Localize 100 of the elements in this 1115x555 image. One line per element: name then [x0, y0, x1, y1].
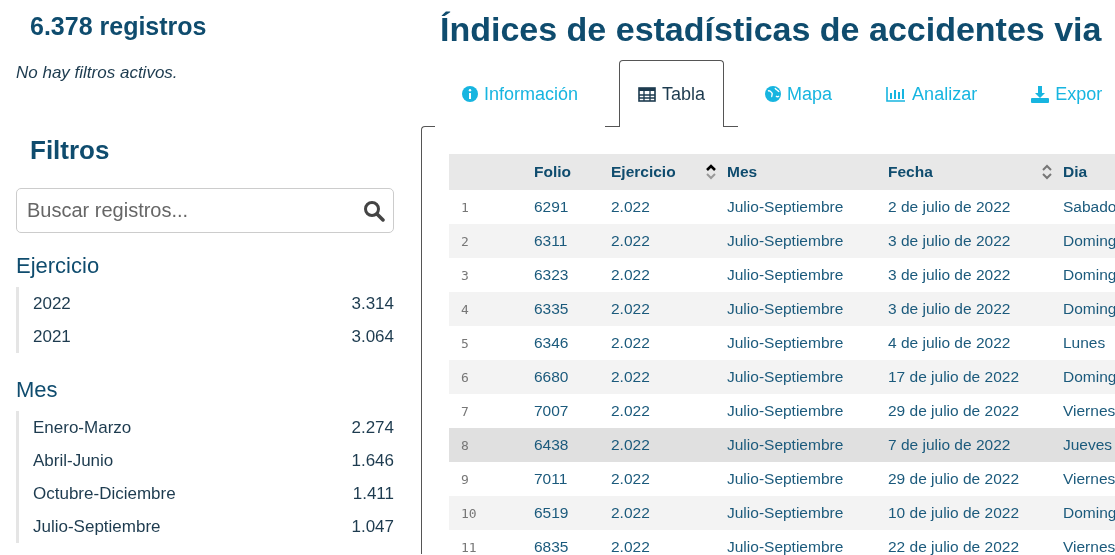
table-cell: Lunes — [1063, 334, 1106, 351]
table-cell: 3 de julio de 2022 — [888, 266, 1011, 283]
table-cell: 7 de julio de 2022 — [888, 436, 1011, 453]
page-title: Índices de estadísticas de accidentes via — [440, 10, 1103, 49]
table-cell: 6438 — [534, 436, 569, 453]
table-cell: 2.022 — [611, 402, 650, 419]
table-cell: Julio-Septiembre — [727, 300, 844, 317]
filter-option[interactable]: Enero-Marzo — [33, 417, 132, 438]
table-cell: Doming — [1063, 232, 1115, 249]
table-cell: Julio-Septiembre — [727, 436, 844, 453]
record-count: 6.378 registros — [30, 12, 208, 41]
filter-option[interactable]: Julio-Septiembre — [33, 516, 161, 537]
filters-heading: Filtros — [30, 135, 111, 166]
filter-option[interactable]: Octubre-Diciembre — [33, 483, 176, 504]
table-cell: 2.022 — [611, 368, 650, 385]
table-row[interactable]: 5 6346 2.022 Julio-Septiembre 4 de julio de 2022 Lunes — [449, 326, 1115, 360]
table-cell: Julio-Septiembre — [727, 198, 844, 215]
info-icon — [462, 86, 478, 102]
column-header[interactable]: Dia — [1063, 163, 1088, 181]
table-row[interactable]: 9 7011 2.022 Julio-Septiembre 29 de julio de 2022 Viernes — [449, 462, 1115, 496]
table-cell: 2.022 — [611, 198, 650, 215]
row-number: 6 — [461, 369, 469, 385]
table-cell: Julio-Septiembre — [727, 334, 844, 351]
table-cell: 3 de julio de 2022 — [888, 232, 1011, 249]
table-cell: 10 de julio de 2022 — [888, 504, 1019, 521]
table-cell: 2.022 — [611, 232, 650, 249]
bar-chart-icon — [886, 86, 907, 102]
table-row[interactable]: 1 6291 2.022 Julio-Septiembre 2 de julio de 2022 Sabado — [449, 190, 1115, 224]
filter-option[interactable]: 2021 — [33, 326, 71, 347]
column-header[interactable]: Mes — [727, 163, 758, 181]
row-number: 3 — [461, 267, 469, 283]
table-row[interactable]: 7 7007 2.022 Julio-Septiembre 29 de julio de 2022 Viernes — [449, 394, 1115, 428]
table-cell: 6291 — [534, 198, 569, 215]
table-cell: Julio-Septiembre — [727, 504, 844, 521]
table-cell: 2.022 — [611, 436, 650, 453]
table-icon — [638, 86, 657, 102]
table-cell: 2.022 — [611, 300, 650, 317]
table-cell: Doming — [1063, 300, 1115, 317]
table-cell: Sabado — [1063, 198, 1115, 215]
table-cell: 2.022 — [611, 504, 650, 521]
row-number: 5 — [461, 335, 469, 351]
table-cell: 7011 — [534, 470, 568, 487]
table-cell: Julio-Septiembre — [727, 470, 844, 487]
table-cell: Julio-Septiembre — [727, 368, 844, 385]
table-cell: 2.022 — [611, 266, 650, 283]
filter-group-heading: Ejercicio — [16, 253, 101, 279]
row-number: 2 — [461, 233, 469, 249]
table-cell: 4 de julio de 2022 — [888, 334, 1011, 351]
table-cell: 2.022 — [611, 538, 650, 555]
table-row[interactable]: 10 6519 2.022 Julio-Septiembre 10 de julio de 2022 Doming — [449, 496, 1115, 530]
table-cell: 6346 — [534, 334, 569, 351]
row-number: 4 — [461, 301, 469, 317]
table-cell: 7007 — [534, 402, 569, 419]
row-number: 8 — [461, 437, 469, 453]
table-cell: 2.022 — [611, 334, 650, 351]
table-cell: Viernes — [1063, 470, 1115, 487]
tab[interactable]: Tabla — [619, 60, 725, 127]
row-number: 11 — [461, 539, 477, 555]
search-icon-button[interactable] — [363, 199, 385, 222]
filter-count: 2.274 — [351, 417, 394, 438]
download-icon — [1031, 85, 1050, 103]
filter-option[interactable]: 2022 — [33, 293, 71, 314]
column-header[interactable]: Folio — [534, 163, 572, 181]
filter-status: No hay filtros activos. — [16, 63, 179, 83]
table-cell: Julio-Septiembre — [727, 538, 844, 555]
table-row[interactable]: 11 6835 2.022 Julio-Septiembre 22 de julio de 2022 Viernes — [449, 530, 1115, 555]
table-cell: Doming — [1063, 266, 1115, 283]
row-number: 10 — [461, 505, 477, 521]
filter-count: 1.411 — [352, 483, 394, 504]
table-cell: 17 de julio de 2022 — [888, 368, 1019, 385]
table-cell: Julio-Septiembre — [727, 402, 844, 419]
column-header[interactable]: Ejercicio — [611, 163, 676, 181]
sort-icon[interactable] — [705, 163, 717, 181]
table-cell: 6519 — [534, 504, 569, 521]
table-cell: 29 de julio de 2022 — [888, 402, 1019, 419]
table-cell: 6335 — [534, 300, 569, 317]
table-cell: 29 de julio de 2022 — [888, 470, 1019, 487]
filter-count: 3.064 — [351, 326, 394, 347]
table-row[interactable]: 8 6438 2.022 Julio-Septiembre 7 de julio de 2022 Jueves — [449, 428, 1115, 462]
row-number: 9 — [461, 471, 469, 487]
table-cell: 22 de julio de 2022 — [888, 538, 1019, 555]
table-cell: Viernes — [1063, 402, 1115, 419]
table-cell: 6323 — [534, 266, 569, 283]
row-number: 7 — [461, 403, 469, 419]
search-box[interactable]: Buscar registros... — [16, 188, 394, 233]
table-row[interactable]: 3 6323 2.022 Julio-Septiembre 3 de julio de 2022 Doming — [449, 258, 1115, 292]
globe-icon — [765, 86, 782, 102]
table-cell: Viernes — [1063, 538, 1115, 555]
column-header[interactable]: Fecha — [888, 163, 933, 181]
table-cell: 6835 — [534, 538, 569, 555]
table-cell: 2 de julio de 2022 — [888, 198, 1011, 215]
table-cell: 6680 — [534, 368, 569, 385]
filter-count: 1.646 — [351, 450, 394, 471]
filter-group-heading: Mes — [16, 377, 59, 403]
table-cell: Doming — [1063, 368, 1115, 385]
filter-count: 1.047 — [351, 516, 394, 537]
table-cell: 2.022 — [611, 470, 650, 487]
filter-option[interactable]: Abril-Junio — [33, 450, 114, 471]
table-cell: Julio-Septiembre — [727, 232, 844, 249]
table-cell: Jueves — [1063, 436, 1113, 453]
